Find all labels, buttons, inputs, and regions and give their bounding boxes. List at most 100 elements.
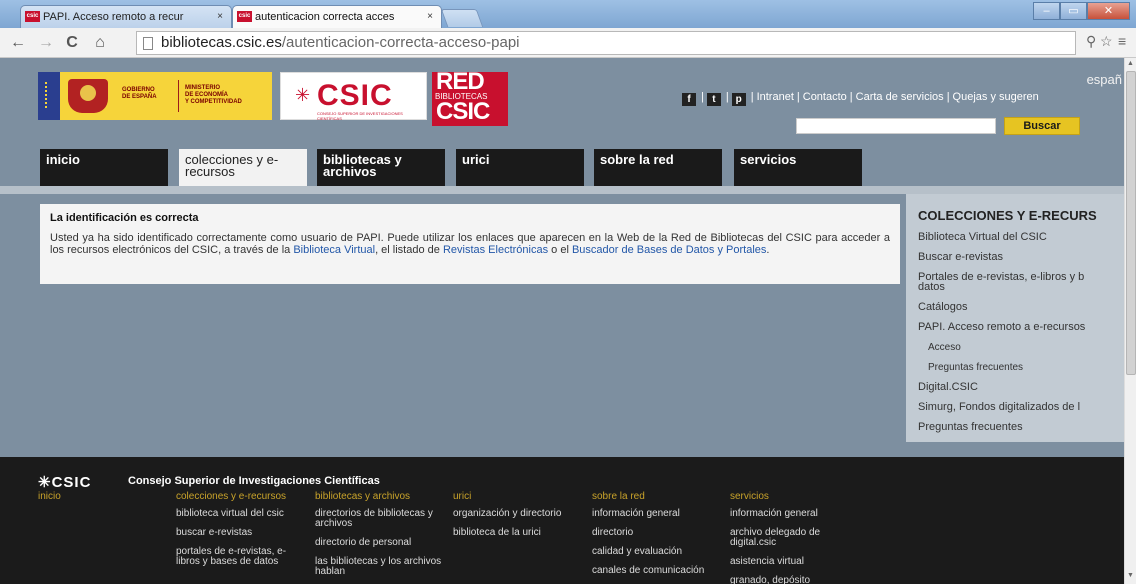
url-path: /autenticacion-correcta-acceso-papi	[281, 34, 520, 51]
footer-column-urici: urici organización y directorio bibliote…	[453, 492, 581, 547]
close-window-button[interactable]: ✕	[1087, 2, 1130, 20]
footer-column-bibliotecas: bibliotecas y archivos directorios de bi…	[315, 492, 443, 584]
footer-link[interactable]: biblioteca virtual del csic	[176, 509, 304, 519]
site-header: GOBIERNO DE ESPAÑA MINISTERIO DE ECONOMÍ…	[0, 58, 1124, 186]
home-icon[interactable]: ⌂	[90, 33, 110, 53]
footer-link[interactable]: asistencia virtual	[730, 557, 858, 567]
footer-heading[interactable]: colecciones y e-recursos	[176, 492, 304, 502]
gobierno-logo[interactable]: GOBIERNO DE ESPAÑA MINISTERIO DE ECONOMÍ…	[38, 72, 272, 120]
nav-servicios[interactable]: servicios	[734, 149, 862, 186]
page-title: La identificación es correcta	[50, 212, 199, 224]
back-arrow-icon[interactable]: ←	[8, 33, 28, 53]
main-content: La identificación es correcta Usted ya h…	[40, 204, 900, 284]
eu-flag-icon	[38, 72, 60, 120]
nav-colecciones[interactable]: colecciones y e-recursos	[179, 149, 307, 186]
scroll-down-arrow-icon[interactable]: ▼	[1127, 572, 1134, 579]
sidebar-item-biblioteca-virtual[interactable]: Biblioteca Virtual del CSIC	[918, 232, 1047, 243]
footer-link[interactable]: biblioteca de la urici	[453, 528, 581, 538]
footer-link[interactable]: portales de e-revistas, e-libros y bases…	[176, 547, 304, 567]
forward-arrow-icon[interactable]: →	[36, 33, 56, 53]
sidebar-item-portales-cont[interactable]: datos	[918, 282, 945, 293]
footer-csic-logo[interactable]: ✳CSIC	[38, 473, 91, 491]
tuenti-icon[interactable]: t	[706, 93, 721, 106]
browser-toolbar: ← → C ⌂ bibliotecas.csic.es/autenticacio…	[0, 28, 1136, 58]
footer-link[interactable]: directorio de personal	[315, 538, 443, 548]
buscador-bases-datos-link[interactable]: Buscador de Bases de Datos y Portales	[572, 244, 766, 256]
intranet-link[interactable]: Intranet	[757, 91, 794, 103]
sidebar-item-acceso[interactable]: Acceso	[928, 342, 961, 353]
extension-icon[interactable]: ⚲	[1086, 33, 1096, 50]
coat-of-arms-icon	[68, 79, 108, 113]
carta-servicios-link[interactable]: Carta de servicios	[856, 91, 944, 103]
maximize-button[interactable]: ▭	[1060, 2, 1087, 20]
footer-link[interactable]: calidad y evaluación	[592, 547, 720, 557]
footer-link[interactable]: granado, depósito cooperativo de	[730, 576, 858, 584]
footer-link[interactable]: buscar e-revistas	[176, 528, 304, 538]
window-controls: – ▭ ✕	[1033, 2, 1130, 20]
sidebar-item-buscar-e-revistas[interactable]: Buscar e-revistas	[918, 252, 1003, 263]
nav-inicio[interactable]: inicio	[40, 149, 168, 186]
footer-heading[interactable]: inicio	[38, 492, 166, 502]
csic-logo[interactable]: ✳ CSIC CONSEJO SUPERIOR DE INVESTIGACION…	[280, 72, 427, 121]
tab-papi[interactable]: csic PAPI. Acceso remoto a recur ×	[20, 5, 232, 28]
footer-heading[interactable]: urici	[453, 492, 581, 502]
reload-icon[interactable]: C	[62, 33, 82, 53]
facebook-icon[interactable]: f	[682, 93, 696, 106]
footer-link[interactable]: organización y directorio	[453, 509, 581, 519]
paragraph-text: o el	[548, 244, 572, 256]
sidebar: COLECCIONES Y E-RECURS Biblioteca Virtua…	[906, 194, 1124, 442]
sidebar-item-preguntas-frecuentes[interactable]: Preguntas frecuentes	[918, 422, 1023, 433]
footer-heading[interactable]: sobre la red	[592, 492, 720, 502]
sidebar-item-simurg[interactable]: Simurg, Fondos digitalizados de l	[918, 402, 1080, 413]
scrollbar-thumb[interactable]	[1126, 71, 1136, 375]
sidebar-item-catalogos[interactable]: Catálogos	[918, 302, 968, 313]
close-tab-icon[interactable]: ×	[217, 6, 223, 28]
footer-link[interactable]: información general	[592, 509, 720, 519]
nav-bibliotecas[interactable]: bibliotecas y archivos	[317, 149, 445, 186]
footer-link[interactable]: directorios de bibliotecas y archivos	[315, 509, 443, 529]
sidebar-item-papi[interactable]: PAPI. Acceso remoto a e-recursos	[918, 322, 1085, 333]
nav-urici[interactable]: urici	[456, 149, 584, 186]
footer-heading[interactable]: servicios	[730, 492, 858, 502]
language-selector[interactable]: españ	[1087, 72, 1122, 87]
sidebar-item-preguntas-papi[interactable]: Preguntas frecuentes	[928, 362, 1023, 373]
bookmark-star-icon[interactable]: ☆	[1100, 33, 1113, 50]
tab-autenticacion[interactable]: csic autenticacion correcta acces ×	[232, 5, 442, 28]
page-scrollbar[interactable]: ▲ ▼	[1124, 58, 1136, 584]
biblioteca-virtual-link[interactable]: Biblioteca Virtual	[293, 244, 375, 256]
header-separator	[0, 186, 1124, 194]
csic-mark-icon: ✳	[38, 474, 52, 491]
footer-column-servicios: servicios información general archivo de…	[730, 492, 858, 584]
revistas-electronicas-link[interactable]: Revistas Electrónicas	[443, 244, 548, 256]
search-button[interactable]: Buscar	[1004, 117, 1080, 135]
footer-link[interactable]: información general	[730, 509, 858, 519]
page-icon	[143, 37, 153, 50]
new-tab-button[interactable]	[440, 9, 484, 27]
footer-brand-subtitle: Consejo Superior de Investigaciones Cien…	[128, 475, 380, 487]
paragraph-text: .	[766, 244, 770, 256]
url-host: bibliotecas.csic.es	[161, 34, 282, 51]
footer-link[interactable]: las bibliotecas y los archivos hablan	[315, 557, 443, 577]
quejas-link[interactable]: Quejas y sugeren	[953, 91, 1039, 103]
red-bibliotecas-logo[interactable]: RED BIBLIOTECAS CSIC	[432, 70, 508, 126]
footer-link[interactable]: archivo delegado de digital.csic	[730, 528, 858, 548]
scroll-up-arrow-icon[interactable]: ▲	[1127, 60, 1134, 67]
tab-title: autenticacion correcta acces	[255, 11, 395, 23]
pinterest-icon[interactable]: p	[731, 93, 746, 106]
contacto-link[interactable]: Contacto	[803, 91, 847, 103]
divider	[178, 80, 179, 112]
footer-link[interactable]: canales de comunicación	[592, 566, 720, 576]
address-bar[interactable]: bibliotecas.csic.es/autenticacion-correc…	[136, 31, 1076, 55]
minimize-button[interactable]: –	[1033, 2, 1060, 20]
ministerio-text: MINISTERIO DE ECONOMÍA Y COMPETITIVIDAD	[185, 85, 242, 105]
search-input[interactable]	[796, 118, 996, 134]
footer-link[interactable]: directorio	[592, 528, 720, 538]
nav-sobre-la-red[interactable]: sobre la red	[594, 149, 722, 186]
paragraph-text: , el listado de	[375, 244, 443, 256]
csic-text: CSIC	[436, 98, 490, 125]
menu-icon[interactable]: ≡	[1118, 33, 1126, 49]
close-tab-icon[interactable]: ×	[427, 6, 433, 28]
footer-column-colecciones: colecciones y e-recursos biblioteca virt…	[176, 492, 304, 576]
sidebar-item-digital-csic[interactable]: Digital.CSIC	[918, 382, 978, 393]
footer-heading[interactable]: bibliotecas y archivos	[315, 492, 443, 502]
